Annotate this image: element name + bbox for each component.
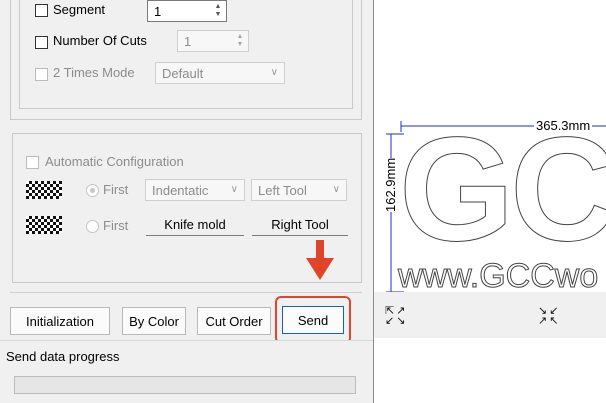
two-times-mode-value: Default <box>162 66 204 81</box>
progress-label: Send data progress <box>6 349 120 364</box>
first-label-2: First <box>103 218 129 233</box>
segment-checkbox[interactable] <box>35 4 48 17</box>
preview-url-text: www.GCCwo <box>397 257 598 295</box>
left-panel: Segment 1 ▲ ▼ Number Of Cuts 1 ▲ ▼ 2 Times… <box>0 0 373 403</box>
two-times-mode-label: 2 Times Mode <box>53 65 135 80</box>
send-progress-bar <box>14 376 356 394</box>
first-label-1: First <box>103 182 129 197</box>
auto-config-label: Automatic Configuration <box>45 154 184 169</box>
number-of-cuts-value: 1 <box>184 34 192 49</box>
mode-value-1: Indentatic <box>152 183 209 198</box>
chevron-down-icon: ∨ <box>230 184 238 195</box>
preview-bottom-strip <box>374 338 606 403</box>
action-bar: Initialization By Color Cut Order Send <box>10 292 362 344</box>
right-tool-button[interactable]: Right Tool <box>252 214 348 236</box>
expand-corners-icon[interactable]: ⇱↗ ↙↘ <box>385 306 407 327</box>
first-radio-1[interactable] <box>86 184 99 197</box>
segment-value: 1 <box>154 4 162 19</box>
mode-select-1[interactable]: Indentatic ∨ <box>145 179 245 201</box>
chevron-down-icon: ∨ <box>270 67 278 78</box>
knife-mold-button[interactable]: Knife mold <box>146 214 244 236</box>
two-times-mode-select[interactable]: Default ∨ <box>155 62 285 84</box>
by-color-button[interactable]: By Color <box>122 307 186 335</box>
preview-toolbar: ⇱↗ ↙↘ ↘↙ ↗↖ <box>374 292 606 338</box>
width-dimension-label: 365.3mm <box>534 118 593 133</box>
down-arrow-icon <box>306 240 334 280</box>
pattern-swatch-1 <box>26 181 62 199</box>
number-of-cuts-checkbox[interactable] <box>35 36 48 49</box>
height-dimension-label: 162.9mm <box>383 157 398 212</box>
pattern-swatch-2 <box>26 216 62 234</box>
two-times-mode-checkbox[interactable] <box>35 68 48 81</box>
first-radio-2[interactable] <box>86 220 99 233</box>
number-of-cuts-stepper[interactable]: 1 ▲ ▼ <box>177 30 249 52</box>
shrink-corners-icon[interactable]: ↘↙ ↗↖ <box>538 306 560 327</box>
send-button[interactable]: Send <box>282 306 344 334</box>
progress-area: Send data progress <box>0 340 373 403</box>
number-of-cuts-label: Number Of Cuts <box>53 33 147 48</box>
segment-label: Segment <box>53 2 106 17</box>
preview-canvas[interactable]: GC www.GCCwo 365.3mm 162.9mm ⇱↗ ↙↘ ↘↙ ↗↖ <box>373 0 606 403</box>
chevron-down-icon: ∨ <box>332 184 340 195</box>
initialization-button[interactable]: Initialization <box>10 307 110 335</box>
stepper-arrows-icon[interactable]: ▲ ▼ <box>212 3 224 19</box>
tool-value-1: Left Tool <box>258 183 307 198</box>
auto-config-checkbox[interactable] <box>26 156 39 169</box>
segment-stepper[interactable]: 1 ▲ ▼ <box>147 0 227 22</box>
stepper-arrows-icon[interactable]: ▲ ▼ <box>234 33 246 49</box>
options-group: Segment 1 ▲ ▼ Number Of Cuts 1 ▲ ▼ 2 Times… <box>10 0 362 120</box>
tool-select-1[interactable]: Left Tool ∨ <box>251 179 347 201</box>
cut-order-button[interactable]: Cut Order <box>197 307 271 335</box>
